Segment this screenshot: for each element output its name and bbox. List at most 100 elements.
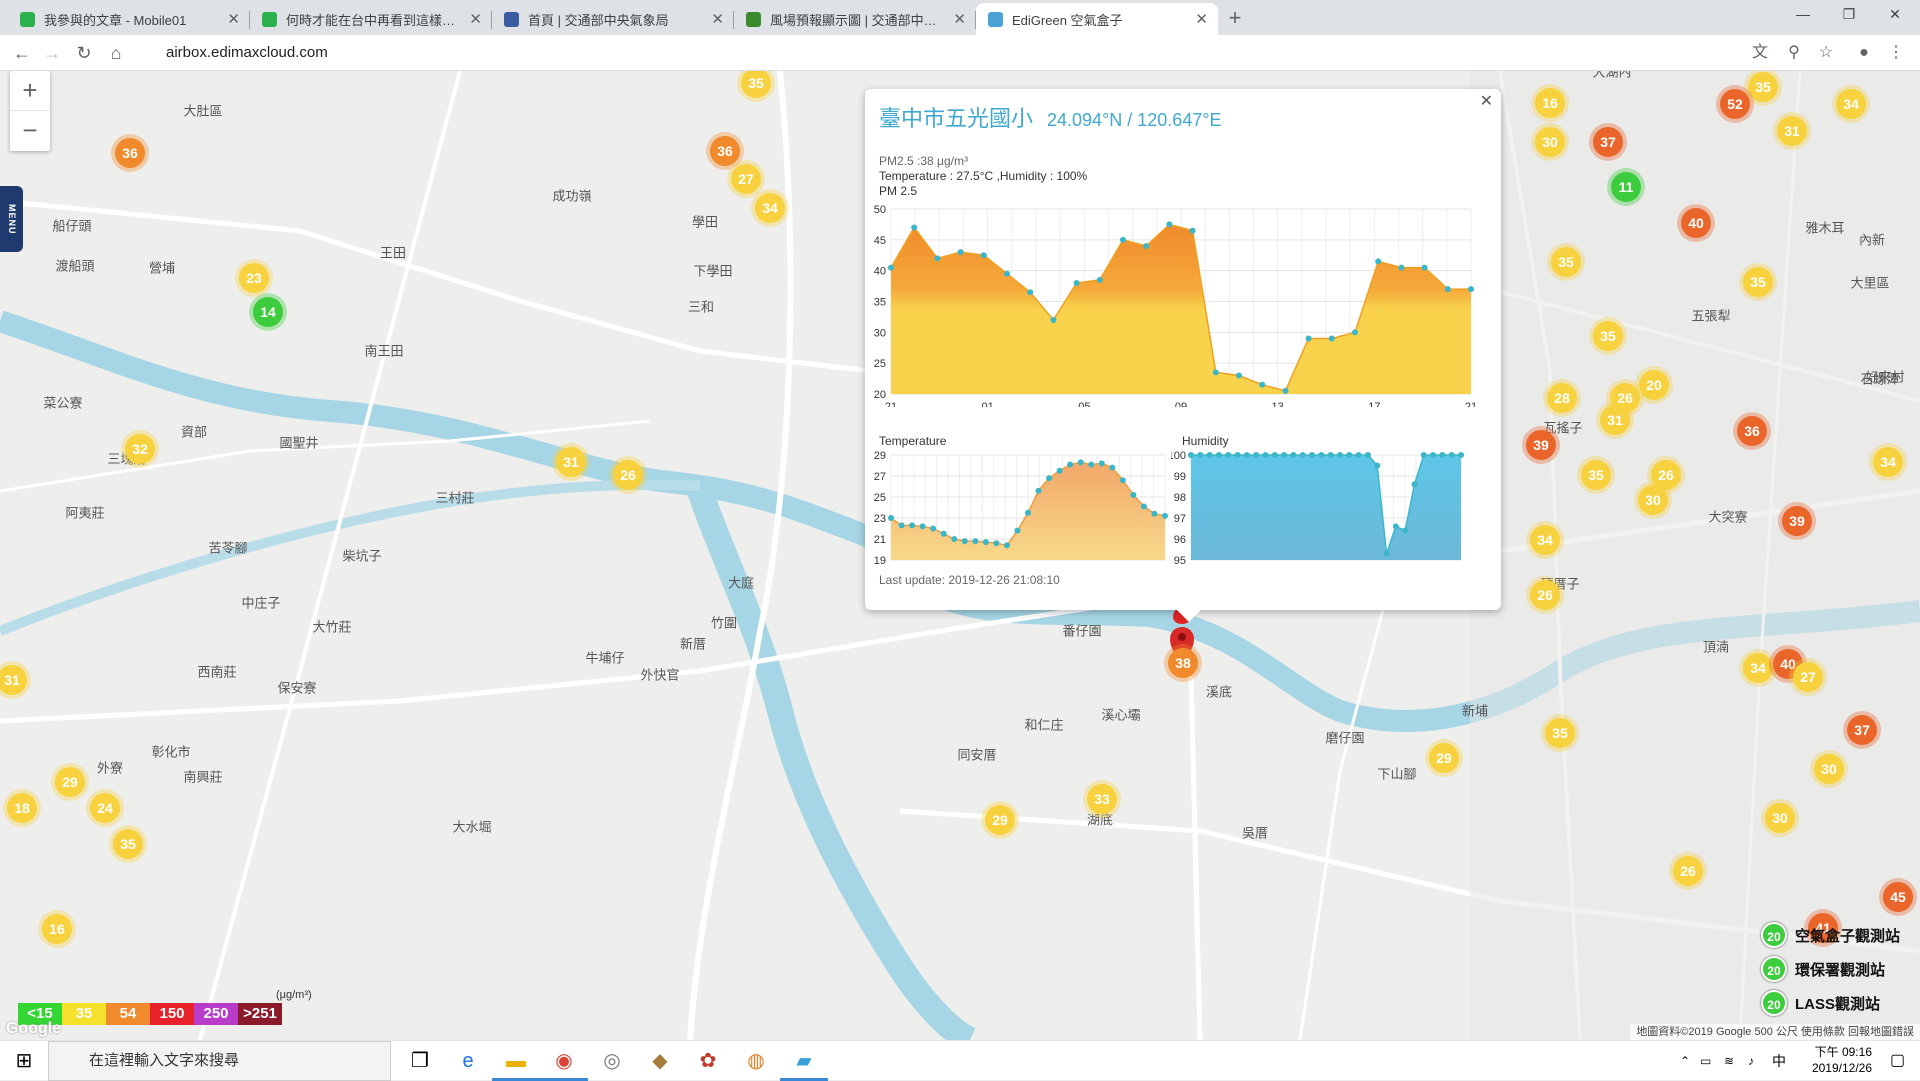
tab-close-icon[interactable]: ✕ [469, 10, 482, 28]
chrome-icon[interactable]: ◉ [540, 1041, 588, 1081]
air-quality-marker[interactable]: 36 [115, 138, 145, 168]
air-quality-marker[interactable]: 36 [1737, 416, 1767, 446]
map-place-label: 阿夷莊 [65, 505, 105, 521]
back-icon[interactable]: ← [8, 39, 36, 67]
air-quality-marker[interactable]: 26 [1673, 856, 1703, 886]
air-quality-marker[interactable]: 28 [1547, 383, 1577, 413]
y-tick-label: 21 [874, 534, 886, 546]
edge-icon[interactable]: e [444, 1041, 492, 1081]
air-quality-marker[interactable]: 30 [1535, 127, 1565, 157]
minimize-button[interactable]: — [1780, 0, 1826, 30]
forward-icon[interactable]: → [38, 39, 66, 67]
air-quality-marker[interactable]: 34 [1836, 89, 1866, 119]
menu-tab[interactable]: MENU [0, 186, 23, 252]
air-quality-marker[interactable]: 35 [1551, 247, 1581, 277]
reload-icon[interactable]: ↻ [70, 39, 98, 67]
translate-icon[interactable]: 文 [1748, 41, 1772, 65]
air-quality-marker[interactable]: 39 [1526, 430, 1556, 460]
volume-icon[interactable]: ♪ [1748, 1041, 1754, 1081]
air-quality-marker[interactable]: 31 [556, 447, 586, 477]
tab-close-icon[interactable]: ✕ [953, 10, 966, 28]
air-quality-marker[interactable]: 31 [1600, 405, 1630, 435]
air-quality-marker[interactable]: 35 [1581, 460, 1611, 490]
app-icon-4[interactable]: ◍ [732, 1041, 780, 1081]
air-quality-marker[interactable]: 34 [755, 193, 785, 223]
tab-close-icon[interactable]: ✕ [1195, 10, 1208, 28]
taskbar-search-input[interactable]: 在這裡輸入文字來搜尋 [48, 1041, 391, 1081]
browser-tab[interactable]: 我參與的文章 - Mobile01 ✕ [8, 3, 250, 35]
air-quality-marker[interactable]: 38 [1168, 648, 1198, 678]
air-quality-marker[interactable]: 30 [1814, 754, 1844, 784]
app-icon-1[interactable]: ◎ [588, 1041, 636, 1081]
air-quality-marker[interactable]: 34 [1743, 653, 1773, 683]
windows-start-icon[interactable]: ⊞ [0, 1041, 48, 1081]
air-quality-marker[interactable]: 20 [1639, 370, 1669, 400]
app-icon-2[interactable]: ◆ [636, 1041, 684, 1081]
air-quality-marker[interactable]: 11 [1611, 172, 1641, 202]
air-quality-marker[interactable]: 23 [239, 263, 269, 293]
air-quality-marker[interactable]: 37 [1847, 715, 1877, 745]
air-quality-marker[interactable]: 32 [125, 434, 155, 464]
air-quality-marker[interactable]: 24 [90, 793, 120, 823]
air-quality-marker[interactable]: 34 [1530, 525, 1560, 555]
map-attribution[interactable]: 地圖資料©2019 Google 500 公尺 使用條款 回報地圖錯誤 [1630, 1024, 1920, 1040]
air-quality-marker[interactable]: 27 [731, 164, 761, 194]
tray-chevron-icon[interactable]: ⌃ [1680, 1041, 1690, 1081]
air-quality-marker[interactable]: 52 [1720, 89, 1750, 119]
map-canvas[interactable]: 大肚區 成功嶺 學田 下學田 王田 南王田 三和 船仔頭 渡船頭 營埔 菜公寮 三塊厝 國聖井 資部 阿夷莊… [0, 71, 1920, 1040]
air-quality-marker[interactable]: 26 [613, 460, 643, 490]
browser-tab[interactable]: 首頁 | 交通部中央氣象局 ✕ [492, 3, 734, 35]
air-quality-marker[interactable]: 14 [253, 297, 283, 327]
tab-close-icon[interactable]: ✕ [711, 10, 724, 28]
notification-icon[interactable]: ▢ [1890, 1041, 1905, 1081]
air-quality-marker[interactable]: 29 [55, 767, 85, 797]
air-quality-marker[interactable]: 16 [42, 914, 72, 944]
tab-close-icon[interactable]: ✕ [227, 10, 240, 28]
air-quality-marker[interactable]: 16 [1535, 88, 1565, 118]
air-quality-marker[interactable]: 26 [1530, 580, 1560, 610]
data-point [919, 523, 926, 530]
battery-icon[interactable]: ▭ [1700, 1041, 1711, 1081]
ime-indicator[interactable]: 中 [1772, 1041, 1786, 1081]
wifi-icon[interactable]: ≋ [1724, 1041, 1734, 1081]
air-quality-marker[interactable]: 35 [1743, 267, 1773, 297]
zoom-in-button[interactable]: + [10, 71, 50, 111]
address-bar[interactable]: airbox.edimaxcloud.com [140, 39, 1740, 67]
bookmark-star-icon[interactable]: ☆ [1814, 41, 1838, 65]
browser-tab[interactable]: EdiGreen 空氣盒子 ✕ [976, 3, 1218, 35]
air-quality-marker[interactable]: 29 [985, 805, 1015, 835]
air-quality-marker[interactable]: 18 [7, 793, 37, 823]
air-quality-marker[interactable]: 31 [1777, 116, 1807, 146]
air-quality-marker[interactable]: 35 [1748, 72, 1778, 102]
air-quality-marker[interactable]: 40 [1681, 208, 1711, 238]
air-quality-marker[interactable]: 34 [1873, 447, 1903, 477]
home-icon[interactable]: ⌂ [102, 39, 130, 67]
taskbar-clock[interactable]: 下午 09:16 2019/12/26 [1812, 1044, 1872, 1076]
zoom-out-button[interactable]: − [10, 111, 50, 151]
air-quality-marker[interactable]: 37 [1593, 127, 1623, 157]
air-quality-marker[interactable]: 30 [1765, 803, 1795, 833]
restore-button[interactable]: ❐ [1826, 0, 1872, 30]
air-quality-marker[interactable]: 35 [113, 829, 143, 859]
close-window-button[interactable]: ✕ [1872, 0, 1918, 30]
air-quality-marker[interactable]: 30 [1638, 485, 1668, 515]
air-quality-marker[interactable]: 36 [710, 136, 740, 166]
new-tab-button[interactable]: + [1218, 3, 1252, 35]
air-quality-marker[interactable]: 35 [1593, 321, 1623, 351]
menu-dots-icon[interactable]: ⋮ [1884, 41, 1908, 65]
file-explorer-icon[interactable]: ▬ [492, 1041, 540, 1081]
browser-tab[interactable]: 風場預報顯示圖 | 交通部中央氣象局 ✕ [734, 3, 976, 35]
app-icon-5[interactable]: ▰ [780, 1041, 828, 1081]
air-quality-marker[interactable]: 33 [1087, 784, 1117, 814]
browser-tab[interactable]: 何時才能在台中再看到這樣的藍天 ✕ [250, 3, 492, 35]
zoom-icon[interactable]: ⚲ [1782, 41, 1806, 65]
air-quality-marker[interactable]: 27 [1793, 662, 1823, 692]
task-view-icon[interactable]: ❐ [396, 1041, 444, 1081]
air-quality-marker[interactable]: 39 [1782, 506, 1812, 536]
profile-icon[interactable]: ● [1852, 41, 1876, 65]
popup-close-icon[interactable]: ✕ [1480, 91, 1493, 111]
air-quality-marker[interactable]: 45 [1883, 882, 1913, 912]
app-icon-3[interactable]: ✿ [684, 1041, 732, 1081]
air-quality-marker[interactable]: 35 [1545, 718, 1575, 748]
air-quality-marker[interactable]: 29 [1429, 743, 1459, 773]
